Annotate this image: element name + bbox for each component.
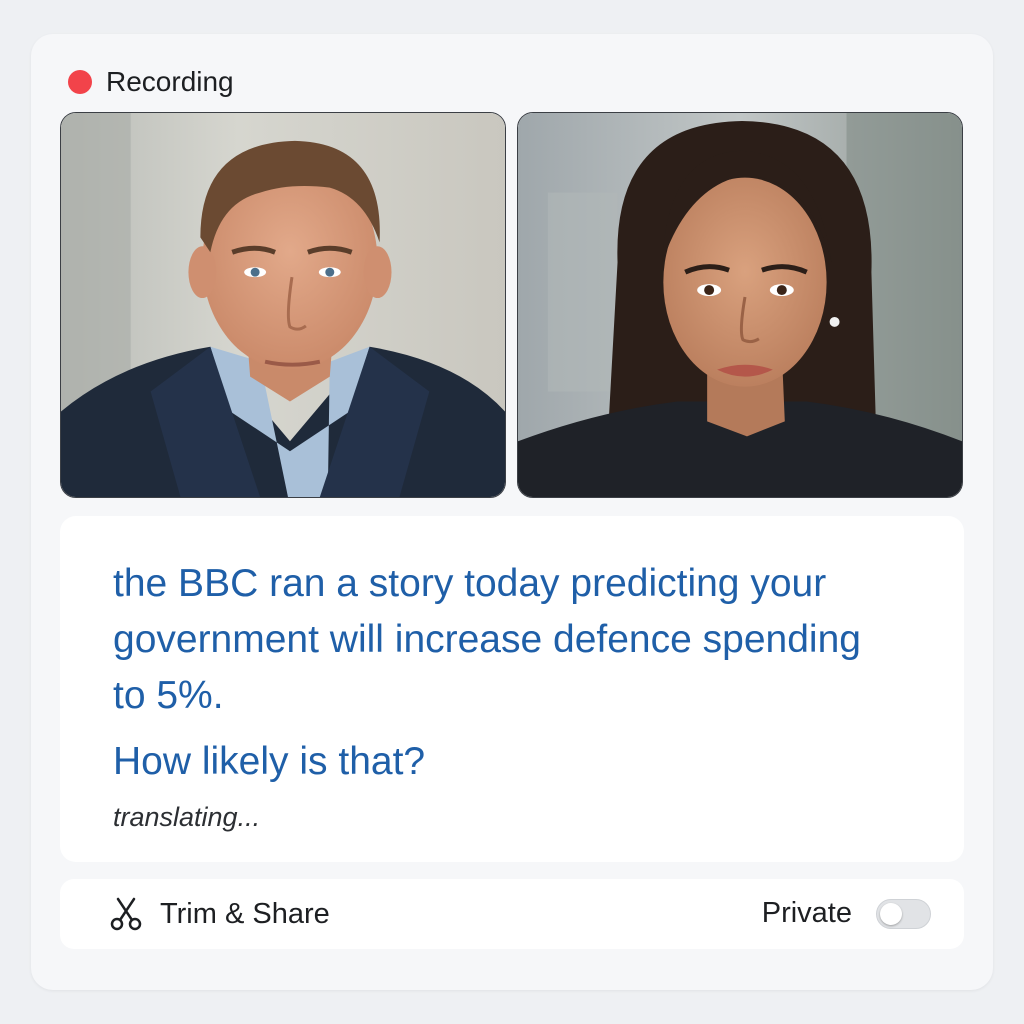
translation-status: translating... — [113, 802, 261, 832]
action-bar: Trim & Share Private — [60, 879, 964, 949]
caption-text: the BBC ran a story today predicting you… — [113, 562, 861, 717]
call-card: Recording the BBC ran a story today pred… — [31, 34, 993, 990]
participant-1-avatar — [61, 113, 505, 497]
trim-share-label: Trim & Share — [160, 897, 330, 930]
private-label: Private — [761, 897, 852, 929]
video-tile-participant-2[interactable] — [517, 112, 963, 498]
caption-question: How likely is that? — [113, 740, 426, 783]
recording-dot-icon — [68, 70, 92, 94]
trim-share-button[interactable]: Trim & Share — [110, 891, 330, 937]
participant-2-avatar — [518, 113, 962, 497]
private-toggle-knob — [880, 903, 902, 925]
scissors-icon — [110, 897, 142, 931]
recording-label: Recording — [106, 66, 234, 97]
caption-panel: the BBC ran a story today predicting you… — [60, 516, 964, 862]
video-tile-participant-1[interactable] — [60, 112, 506, 498]
recording-indicator: Recording — [68, 64, 234, 100]
private-toggle[interactable] — [876, 899, 931, 929]
